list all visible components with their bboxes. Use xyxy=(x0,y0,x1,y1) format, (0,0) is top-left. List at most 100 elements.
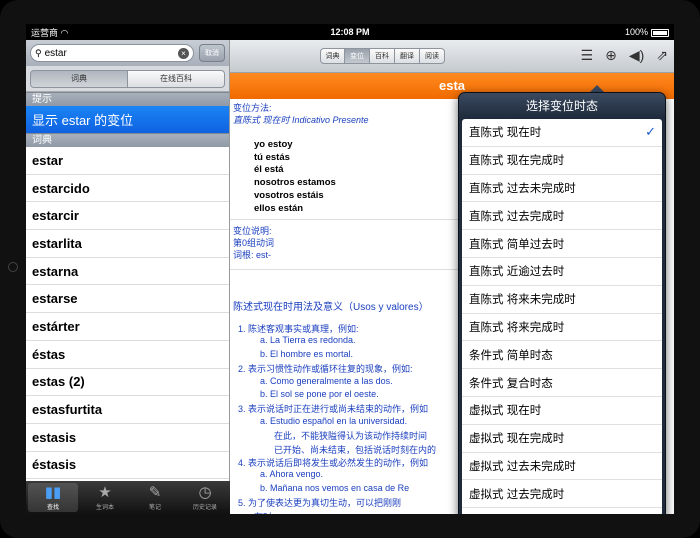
usage-line: 3. 表示说话时正在进行或尚未结束的动作，例如 xyxy=(238,404,429,415)
usage-line: 已开始、尚未结束，包括说话时刻在内的 xyxy=(274,444,437,455)
star-icon: ★ xyxy=(98,483,112,501)
tense-option[interactable]: 直陈式 过去未完成时 xyxy=(462,175,662,203)
divider xyxy=(230,269,460,270)
tense-option-label: 条件式 复合时态 xyxy=(469,377,553,390)
usage-line: a. La Tierra es redonda. xyxy=(260,335,356,346)
word-list-item[interactable]: estárter xyxy=(26,313,229,341)
tense-option-label: 直陈式 过去完成时 xyxy=(469,210,565,223)
source-segment: 词典 在线百科 xyxy=(26,66,229,92)
cancel-button[interactable]: 取消 xyxy=(199,44,225,62)
share-icon[interactable]: ⇗ xyxy=(656,47,668,64)
battery-status: 100% xyxy=(625,27,669,37)
tab-label: 笔记 xyxy=(148,504,161,511)
home-button[interactable] xyxy=(8,262,18,272)
conjugation-form: tú estás xyxy=(254,151,290,163)
show-conjugation-row[interactable]: 显示 estar 的变位 xyxy=(26,106,229,133)
tab-bar: ▮▮ 查找 ★ 生词本 ✎ 笔记 ◷ 历史记录 xyxy=(26,481,230,514)
tense-popover: 选择变位时态 直陈式 现在时 ✓ 直陈式 现在完成时直陈式 过去未完成时 直陈式 过去… xyxy=(458,92,666,514)
magnifier-icon[interactable]: ⊕ xyxy=(605,47,617,64)
tense-option[interactable]: 虚拟式 过去完成时 xyxy=(462,480,662,509)
tense-option[interactable]: 直陈式 近逾过去时 xyxy=(462,258,662,286)
note-root: 词根: est- xyxy=(233,250,272,260)
tense-option-label: 虚拟式 过去完成时 xyxy=(469,488,565,501)
tab-translate[interactable]: 翻译 xyxy=(395,48,420,64)
list-icon[interactable]: ☰ xyxy=(581,47,594,64)
tab-label: 历史记录 xyxy=(192,504,217,511)
word-list-item[interactable]: éstas xyxy=(26,341,229,369)
view-segment: 词典 变位 百科 翻译 阅读 xyxy=(320,48,445,64)
detail-pane: 词典 变位 百科 翻译 阅读 ☰ ⊕ ◀) ⇗ esta 变位方法: 直陈式 现… xyxy=(230,40,674,514)
tab-dictionary[interactable]: 词典 xyxy=(320,48,345,64)
usage-line: b. El hombre es mortal. xyxy=(260,348,354,359)
tense-option[interactable]: 直陈式 将来完成时 xyxy=(462,314,662,342)
tense-option[interactable]: 直陈式 过去完成时 xyxy=(462,202,662,231)
usage-line: b. Mañana nos vemos en casa de Re xyxy=(260,482,410,493)
word-list-item[interactable]: estasfurtita xyxy=(26,396,229,424)
divider xyxy=(230,219,460,220)
word-list-item[interactable]: estarcir xyxy=(26,202,229,231)
tense-option-label: 虚拟式 现在时 xyxy=(469,405,542,418)
tab-notes[interactable]: ✎ 笔记 xyxy=(130,481,180,514)
segment-dictionary[interactable]: 词典 xyxy=(30,69,128,88)
clock: 12:08 PM xyxy=(330,27,370,37)
tab-wiki[interactable]: 百科 xyxy=(370,48,395,64)
word-list-item[interactable]: estarna xyxy=(26,258,229,286)
conjugation-form: ellos están xyxy=(254,202,304,214)
battery-icon xyxy=(651,28,669,37)
usage-line: 2. 表示习惯性动作或循环往复的现象，例如: xyxy=(238,364,413,375)
tab-conjugation[interactable]: 变位 xyxy=(345,48,370,64)
clear-search-icon[interactable]: × xyxy=(178,47,189,59)
usage-title: 陈述式现在时用法及意义（Usos y valores） xyxy=(233,302,429,313)
sidebar: ⚲ × 取消 词典 在线百科 提示 显示 estar 的变位 词典 estare… xyxy=(26,40,230,514)
usage-line: 在时。 xyxy=(254,510,281,514)
method-value: 直陈式 现在时 Indicativo Presente xyxy=(233,115,369,125)
clock-icon: ◷ xyxy=(198,483,212,501)
tense-option-label: 直陈式 将来完成时 xyxy=(469,321,565,334)
speaker-icon[interactable]: ◀) xyxy=(629,47,644,64)
tense-option[interactable]: 直陈式 现在时 ✓ xyxy=(462,119,662,147)
tense-option-label: 直陈式 过去未完成时 xyxy=(469,182,576,195)
tab-history[interactable]: ◷ 历史记录 xyxy=(180,481,230,514)
tense-option[interactable]: 直陈式 简单过去时 xyxy=(462,230,662,258)
hint-section-header: 提示 xyxy=(26,92,229,106)
note-icon: ✎ xyxy=(148,483,162,501)
search-field[interactable]: ⚲ × xyxy=(30,44,194,62)
segment-online-wiki[interactable]: 在线百科 xyxy=(128,69,225,88)
word-list-item[interactable]: estarlita xyxy=(26,230,229,258)
wifi-icon: ◠ xyxy=(60,27,69,38)
toolbar: 词典 变位 百科 翻译 阅读 ☰ ⊕ ◀) ⇗ xyxy=(230,40,674,73)
tense-option-label: 直陈式 近逾过去时 xyxy=(469,266,565,279)
search-icon: ⚲ xyxy=(35,47,42,58)
word-list-item[interactable]: estasis xyxy=(26,424,229,452)
tense-option[interactable]: 直陈式 现在完成时 xyxy=(462,147,662,175)
word-list-item[interactable]: estarse xyxy=(26,285,229,314)
conjugation-form: nosotros estamos xyxy=(254,177,336,189)
toolbar-actions: ☰ ⊕ ◀) ⇗ xyxy=(581,47,668,64)
search-bar: ⚲ × 取消 xyxy=(26,40,229,66)
conjugation-form: yo estoy xyxy=(254,139,293,150)
word-list-item[interactable]: estas (2) xyxy=(26,369,229,397)
word-list-item[interactable]: estar xyxy=(26,147,229,175)
tense-option[interactable]: 条件式 简单时态 xyxy=(462,341,662,370)
word-list-item[interactable]: éstasis xyxy=(26,452,229,480)
tense-option[interactable]: 直陈式 将来未完成时 xyxy=(462,286,662,314)
tense-option[interactable]: 虚拟式 过去未完成时 xyxy=(462,453,662,481)
usage-line: 4. 表示说话后即将发生或必然发生的动作，例如 xyxy=(238,458,429,468)
search-input[interactable] xyxy=(44,47,178,59)
tense-option[interactable]: 条件式 复合时态 xyxy=(462,369,662,397)
tab-label: 生词本 xyxy=(95,504,114,511)
screen: 运营商 ◠ 12:08 PM 100% ⚲ × 取消 词典 在线百科 提示 显示… xyxy=(26,24,674,514)
tense-option[interactable]: 虚拟式 现在时 xyxy=(462,397,662,425)
tense-option[interactable]: 虚拟式 现在完成时 xyxy=(462,425,662,453)
word-list-item[interactable]: estarcido xyxy=(26,175,229,203)
usage-line: 在此，不能狭隘得认为该动作持续时间 xyxy=(274,431,428,442)
tense-list: 直陈式 现在时 ✓ 直陈式 现在完成时 直陈式 过去未完成时 直陈式 过去完成时 直陈式 … xyxy=(462,119,662,514)
popover-title: 选择变位时态 xyxy=(459,93,665,119)
usage-line: a. Estudio español en la universidad. xyxy=(260,415,408,426)
tense-option-label: 直陈式 简单过去时 xyxy=(469,238,565,251)
tense-option-label: 直陈式 现在时 xyxy=(469,127,542,140)
usage-line: b. El sol se pone por el oeste. xyxy=(260,389,379,399)
tab-reading[interactable]: 阅读 xyxy=(420,48,445,64)
tab-vocabulary[interactable]: ★ 生词本 xyxy=(80,481,130,514)
tab-search[interactable]: ▮▮ 查找 xyxy=(28,483,78,512)
